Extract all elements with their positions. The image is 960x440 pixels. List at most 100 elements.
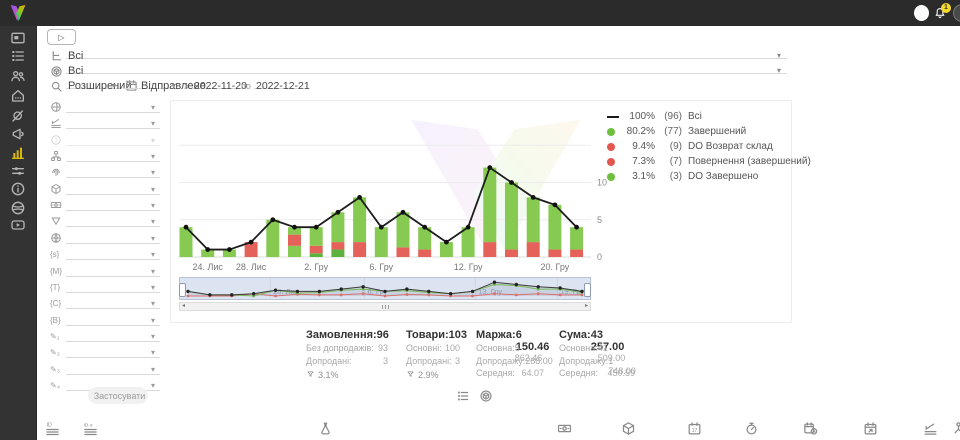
chevron-down-icon[interactable]: ▾ bbox=[151, 201, 155, 210]
hierarchy-person-icon[interactable] bbox=[951, 421, 960, 436]
chevron-down-icon[interactable]: ▾ bbox=[151, 136, 155, 145]
legend-item[interactable]: 3.1%(3)DO Завершено bbox=[607, 169, 811, 184]
filter-select[interactable] bbox=[66, 98, 160, 113]
pencil-icon: ✎₄ bbox=[50, 381, 60, 390]
sidebar-item-users[interactable] bbox=[10, 68, 26, 84]
filter-select[interactable] bbox=[66, 278, 160, 293]
sidebar-item-promo-tag[interactable] bbox=[10, 108, 26, 124]
chevron-down-icon[interactable]: ▾ bbox=[151, 234, 155, 243]
sidebar-item-analytics-chart[interactable] bbox=[10, 145, 26, 161]
legend-item[interactable]: 100%(96)Всі bbox=[607, 109, 811, 124]
stat-subrow: Без допродажів:93 bbox=[306, 343, 388, 356]
chevron-down-icon[interactable]: ▾ bbox=[151, 316, 155, 325]
chevron-down-icon[interactable]: ▾ bbox=[112, 81, 116, 90]
sidebar-item-warehouse-network[interactable] bbox=[10, 88, 26, 104]
chevron-down-icon[interactable]: ▾ bbox=[151, 332, 155, 341]
chevron-down-icon[interactable]: ▾ bbox=[151, 299, 155, 308]
filter-select[interactable] bbox=[66, 114, 160, 129]
filter-select[interactable] bbox=[66, 311, 160, 326]
pencil-icon: ✎₂ bbox=[50, 348, 60, 357]
chevron-down-icon[interactable]: ▾ bbox=[151, 168, 155, 177]
date-to-value[interactable]: 2022-12-21 bbox=[256, 80, 310, 92]
package-view-icon[interactable] bbox=[479, 389, 493, 403]
stat-title: Товари:103 bbox=[406, 329, 460, 343]
date-to-prefix: по bbox=[241, 81, 251, 91]
list-view-icon[interactable] bbox=[456, 389, 470, 403]
user-avatar[interactable] bbox=[914, 5, 929, 21]
chevron-down-icon[interactable]: ▾ bbox=[151, 217, 155, 226]
legend-item[interactable]: 7.3%(7)Повернення (завершений) bbox=[607, 154, 811, 169]
scroll-right-icon[interactable]: ▸ bbox=[585, 302, 588, 310]
date-from-value[interactable]: 2022-11-20 bbox=[194, 80, 247, 92]
id-o-list-icon[interactable]: ID-o bbox=[83, 421, 98, 436]
chart-scrollbar[interactable]: ◂ ▸ bbox=[179, 302, 591, 311]
calendar-clock-icon[interactable] bbox=[803, 421, 818, 436]
sidebar-item-orders-list[interactable] bbox=[10, 48, 26, 64]
legend-line-swatch bbox=[607, 116, 619, 118]
ruler-icon[interactable] bbox=[923, 421, 938, 436]
play-tutorial-button[interactable]: ▷ bbox=[47, 29, 76, 45]
filter-select[interactable] bbox=[66, 343, 160, 358]
range-handle-left[interactable] bbox=[179, 283, 186, 297]
sidebar-item-sliders[interactable] bbox=[10, 163, 26, 179]
filter-select[interactable] bbox=[66, 180, 160, 195]
legend-item[interactable]: 80.2%(77)Завершений bbox=[607, 124, 811, 139]
sidebar-item-integrations-globe[interactable] bbox=[10, 200, 26, 216]
legend-item[interactable]: 9.4%(9)DO Возврат склад bbox=[607, 139, 811, 154]
filter-select[interactable] bbox=[66, 196, 160, 211]
source-select[interactable] bbox=[66, 44, 787, 59]
globe-icon bbox=[50, 232, 62, 244]
product-select[interactable] bbox=[66, 59, 787, 74]
chevron-down-icon[interactable]: ▾ bbox=[151, 119, 155, 128]
navigator-mini-chart: 28. Лис6. Гру13. Гру19. Гру bbox=[180, 278, 590, 299]
chevron-down-icon[interactable]: ▾ bbox=[151, 267, 155, 276]
filter-select[interactable] bbox=[66, 262, 160, 277]
banknote-icon[interactable] bbox=[557, 421, 572, 436]
filter-select[interactable] bbox=[66, 294, 160, 309]
chevron-down-icon[interactable]: ▾ bbox=[151, 381, 155, 390]
filter-select[interactable] bbox=[66, 360, 160, 375]
filter-select[interactable] bbox=[66, 131, 160, 146]
filter-select[interactable] bbox=[66, 147, 160, 162]
sidebar-item-megaphone[interactable] bbox=[10, 126, 26, 142]
sidebar-item-media-card[interactable] bbox=[10, 30, 26, 46]
chevron-down-icon[interactable]: ▾ bbox=[777, 66, 781, 75]
filter-select[interactable] bbox=[66, 229, 160, 244]
id-list-icon[interactable]: ID bbox=[45, 421, 60, 436]
brace-icon: {T} bbox=[50, 283, 60, 292]
chart-range-navigator[interactable]: 28. Лис6. Гру13. Гру19. Гру bbox=[179, 277, 591, 300]
apply-button[interactable]: Застосувати bbox=[88, 387, 148, 404]
stat-column: Сума:43 257.00Основна:41 509.00Допродажу… bbox=[559, 329, 635, 381]
calendar-17-icon[interactable]: 17 bbox=[687, 421, 702, 436]
package-icon[interactable] bbox=[621, 421, 636, 436]
scrollbar-grip[interactable] bbox=[376, 305, 394, 309]
chevron-down-icon[interactable]: ▾ bbox=[151, 283, 155, 292]
chevron-down-icon[interactable]: ▾ bbox=[151, 103, 155, 112]
range-handle-right[interactable] bbox=[584, 283, 591, 297]
scroll-left-icon[interactable]: ◂ bbox=[182, 302, 185, 310]
stopwatch-icon[interactable] bbox=[744, 421, 759, 436]
upsell-percent: 3.1% bbox=[306, 368, 388, 381]
filter-select[interactable] bbox=[66, 245, 160, 260]
package-icon bbox=[50, 183, 62, 195]
chevron-down-icon[interactable]: ▾ bbox=[151, 365, 155, 374]
legend-dot-swatch bbox=[607, 173, 615, 181]
flask-icon[interactable] bbox=[318, 421, 333, 436]
chevron-down-icon[interactable]: ▾ bbox=[172, 81, 176, 90]
secondary-avatar[interactable] bbox=[953, 4, 960, 22]
calendar-arrow-icon[interactable] bbox=[863, 421, 878, 436]
chevron-down-icon[interactable]: ▾ bbox=[151, 152, 155, 161]
brace-icon: {M} bbox=[50, 267, 62, 276]
brand-logo[interactable] bbox=[8, 3, 28, 23]
sidebar-item-video-tutorial[interactable] bbox=[10, 217, 26, 233]
chevron-down-icon[interactable]: ▾ bbox=[151, 250, 155, 259]
filter-select[interactable] bbox=[66, 327, 160, 342]
search-icon[interactable] bbox=[50, 80, 63, 93]
chevron-down-icon[interactable]: ▾ bbox=[151, 185, 155, 194]
filter-select[interactable] bbox=[66, 163, 160, 178]
chevron-down-icon[interactable]: ▾ bbox=[151, 348, 155, 357]
legend-dot-swatch bbox=[607, 158, 615, 166]
search-mode-value[interactable]: Розширений bbox=[68, 80, 131, 92]
filter-select[interactable] bbox=[66, 212, 160, 227]
sidebar-item-info[interactable] bbox=[10, 181, 26, 197]
